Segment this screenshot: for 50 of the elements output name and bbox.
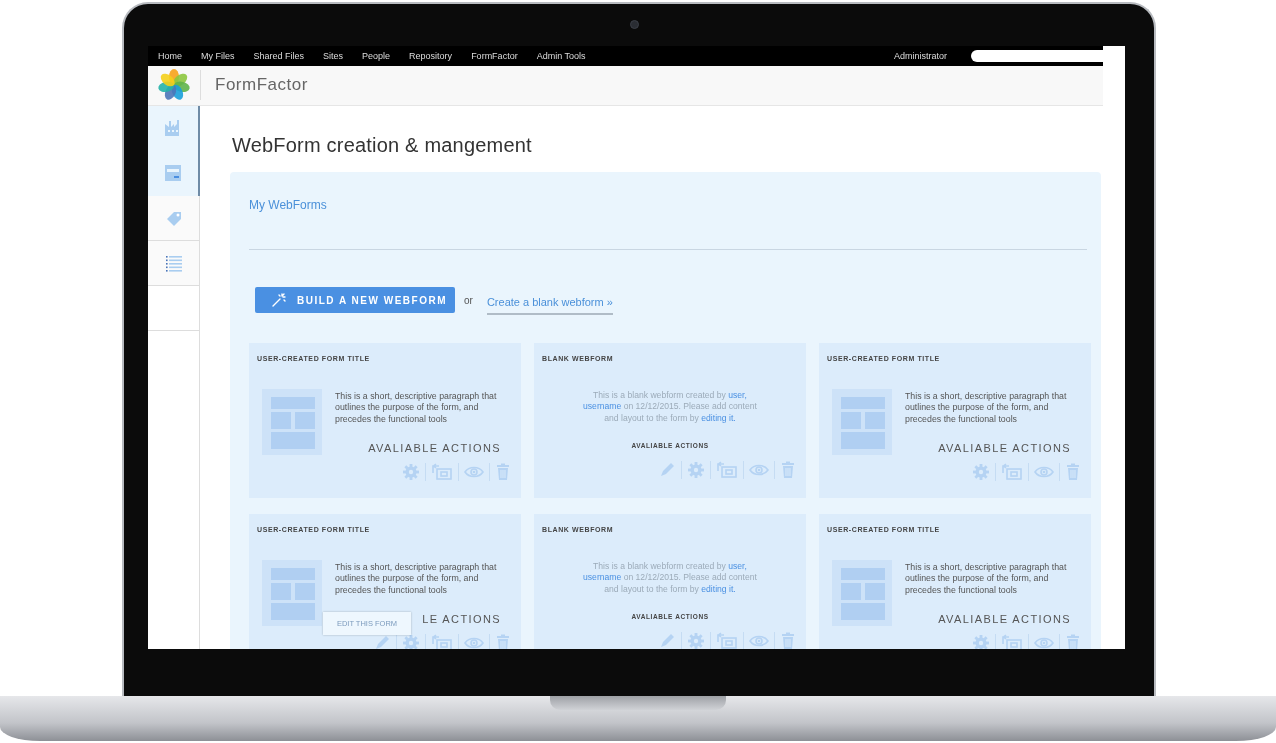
- gear-icon[interactable]: [402, 633, 420, 649]
- form-icon: [163, 163, 183, 184]
- window-arrow-icon[interactable]: [716, 461, 738, 480]
- trash-icon[interactable]: [495, 462, 511, 481]
- window-arrow-icon[interactable]: [1001, 462, 1023, 481]
- nav-link[interactable]: My Files: [201, 50, 235, 61]
- camera-dot: [630, 20, 639, 30]
- pencil-icon[interactable]: [373, 633, 391, 649]
- actions-heading: AVALIABLE ACTIONS: [938, 441, 1071, 454]
- card-description: This is a short, descriptive paragraph that outlines the purpose of the form, and precedes the functional tools: [335, 561, 498, 597]
- sidebar-item[interactable]: [148, 150, 200, 196]
- nav-link[interactable]: Shared Files: [253, 50, 305, 61]
- window-arrow-icon[interactable]: [716, 632, 738, 649]
- trash-icon[interactable]: [1065, 462, 1081, 481]
- nav-link[interactable]: Sites: [323, 50, 344, 61]
- nav-link[interactable]: FormFactor: [471, 50, 518, 61]
- app-title: FormFactor: [215, 75, 308, 96]
- card-description: This is a short, descriptive paragraph that outlines the purpose of the form, and precedes the functional tools: [905, 390, 1068, 426]
- form-thumbnail: [832, 388, 892, 455]
- window-arrow-icon[interactable]: [431, 462, 453, 481]
- nav-link[interactable]: Repository: [409, 50, 453, 61]
- card-description: This is a short, descriptive paragraph that outlines the purpose of the form, and precedes the functional tools: [905, 561, 1068, 597]
- actions-heading: AVALIABLE ACTIONS: [938, 612, 1071, 625]
- gear-icon[interactable]: [972, 462, 990, 481]
- logo-icon: [157, 68, 191, 103]
- trash-icon[interactable]: [495, 633, 511, 649]
- gear-icon[interactable]: [402, 462, 420, 481]
- magic-wand-icon: [271, 292, 287, 309]
- card-description: This is a short, descriptive paragraph that outlines the purpose of the form, and precedes the functional tools: [335, 390, 498, 426]
- actions-heading: LE ACTIONS: [422, 612, 501, 625]
- trash-icon[interactable]: [1065, 633, 1081, 649]
- nav-link[interactable]: Home: [158, 50, 182, 61]
- form-thumbnail: [262, 388, 322, 455]
- trash-icon[interactable]: [780, 632, 796, 649]
- window-arrow-icon[interactable]: [431, 633, 453, 649]
- form-thumbnail: [832, 559, 892, 626]
- sidebar-item[interactable]: [148, 105, 200, 151]
- gear-icon[interactable]: [687, 632, 705, 649]
- pencil-icon[interactable]: [658, 632, 676, 649]
- nav-link[interactable]: People: [362, 50, 391, 61]
- or-text: or: [464, 294, 473, 306]
- gear-icon[interactable]: [972, 633, 990, 649]
- form-thumbnail: [262, 559, 322, 626]
- trash-icon[interactable]: [780, 461, 796, 480]
- gear-icon[interactable]: [687, 461, 705, 480]
- page-title: WebForm creation & mangement: [232, 133, 533, 157]
- user-name[interactable]: Administrator: [894, 50, 947, 61]
- nav-link[interactable]: Admin Tools: [536, 50, 586, 61]
- actions-heading: AVALIABLE ACTIONS: [368, 441, 501, 454]
- window-arrow-icon[interactable]: [1001, 633, 1023, 649]
